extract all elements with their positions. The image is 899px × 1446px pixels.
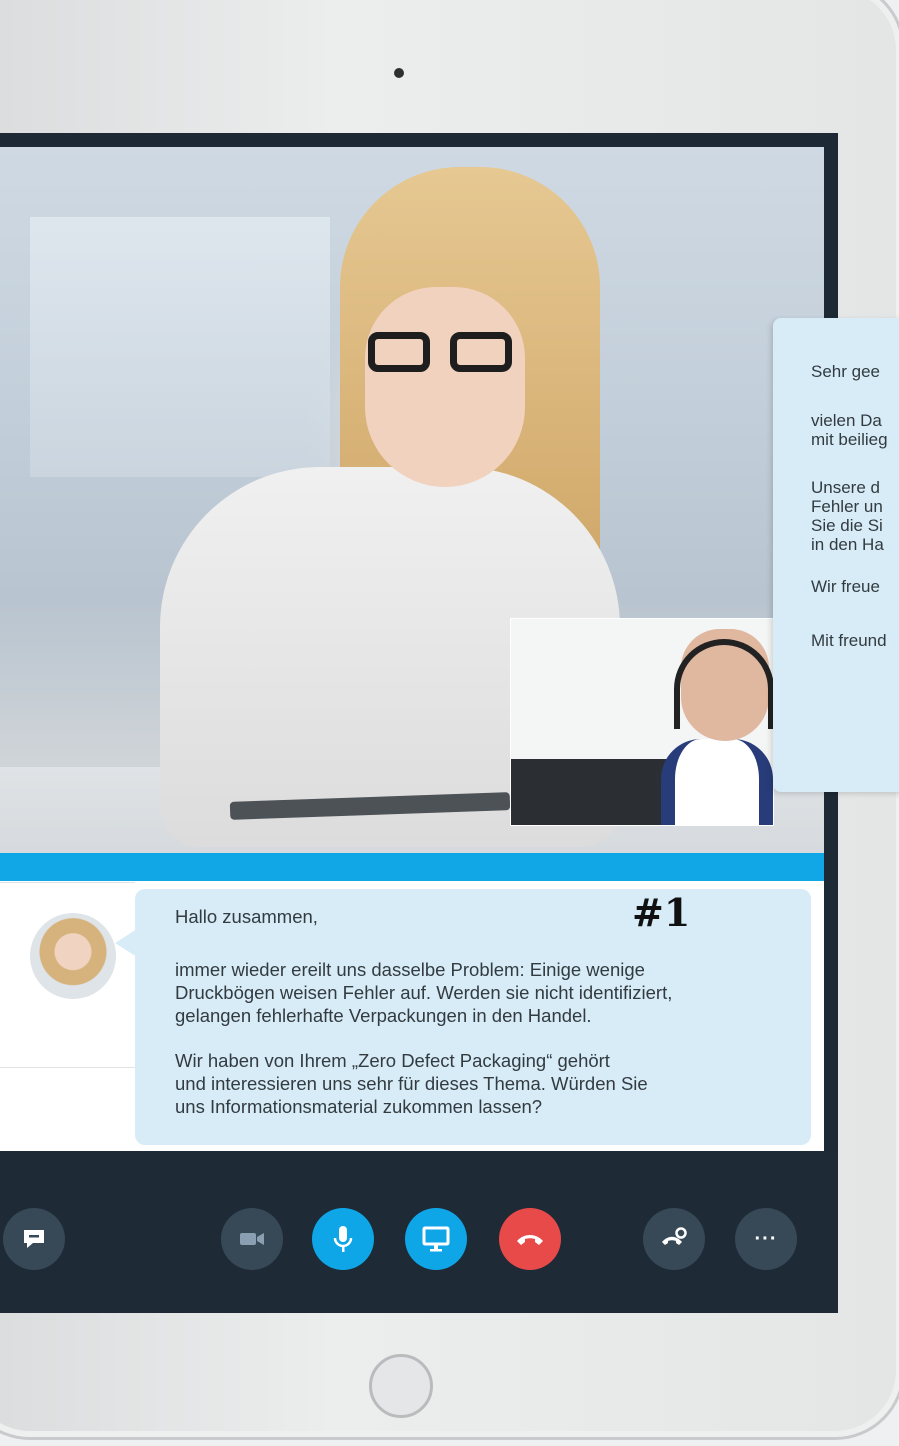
- chat-bubble-icon: [24, 1230, 44, 1248]
- tablet-camera: [394, 68, 404, 78]
- message-line: Wir haben von Ihrem „Zero Defect Packagi…: [175, 1050, 610, 1071]
- screen-share-icon: [422, 1226, 450, 1252]
- headset: [674, 639, 773, 729]
- call-settings-button[interactable]: [643, 1208, 705, 1270]
- email-line: Mit freund: [811, 631, 887, 650]
- email-line: Fehler un: [811, 497, 883, 516]
- email-line: Unsere d: [811, 478, 880, 497]
- email-line: vielen Da: [811, 411, 882, 430]
- email-line: in den Ha: [811, 535, 884, 554]
- self-view-video[interactable]: [510, 618, 774, 826]
- more-icon: ···: [754, 1227, 778, 1250]
- email-line: Sie die Si: [811, 516, 883, 535]
- remote-video-feed: [0, 147, 824, 967]
- chat-button[interactable]: [3, 1208, 65, 1270]
- microphone-icon: [333, 1226, 353, 1252]
- email-line: Sehr gee: [811, 362, 880, 381]
- chat-message-bubble: Hallo zusammen, immer wieder ereilt uns …: [115, 889, 811, 1145]
- video-call-screen: Hallo zusammen, immer wieder ereilt uns …: [0, 133, 838, 1313]
- sender-avatar: [30, 913, 116, 999]
- email-reply-card: Sehr gee vielen Da mit beilieg Unsere d …: [773, 318, 899, 792]
- message-line: und interessieren uns sehr für dieses Th…: [175, 1073, 648, 1094]
- phone-gear-icon: [662, 1227, 687, 1245]
- hang-up-icon: [517, 1235, 543, 1245]
- video-toggle-button[interactable]: [221, 1208, 283, 1270]
- screen-share-button[interactable]: [405, 1208, 467, 1270]
- email-line: Wir freue: [811, 577, 880, 596]
- remote-participant: [150, 157, 630, 957]
- home-button[interactable]: [369, 1354, 433, 1418]
- hang-up-button[interactable]: [499, 1208, 561, 1270]
- message-line: Hallo zusammen,: [175, 906, 318, 927]
- video-camera-icon: [240, 1233, 264, 1245]
- message-line: immer wieder ereilt uns dasselbe Problem…: [175, 959, 645, 980]
- glasses: [368, 332, 518, 376]
- more-options-button[interactable]: ···: [735, 1208, 797, 1270]
- chat-panel: Hallo zusammen, immer wieder ereilt uns …: [0, 881, 824, 1151]
- chat-header-bar: [0, 853, 824, 881]
- microphone-button[interactable]: [312, 1208, 374, 1270]
- message-line: gelangen fehlerhafte Verpackungen in den…: [175, 1005, 592, 1026]
- message-line: Druckbögen weisen Fehler auf. Werden sie…: [175, 982, 673, 1003]
- handwritten-annotation: #1: [632, 890, 691, 935]
- message-line: uns Informationsmaterial zukommen lassen…: [175, 1096, 543, 1117]
- call-toolbar: ···: [0, 1151, 838, 1313]
- email-line: mit beilieg: [811, 430, 888, 449]
